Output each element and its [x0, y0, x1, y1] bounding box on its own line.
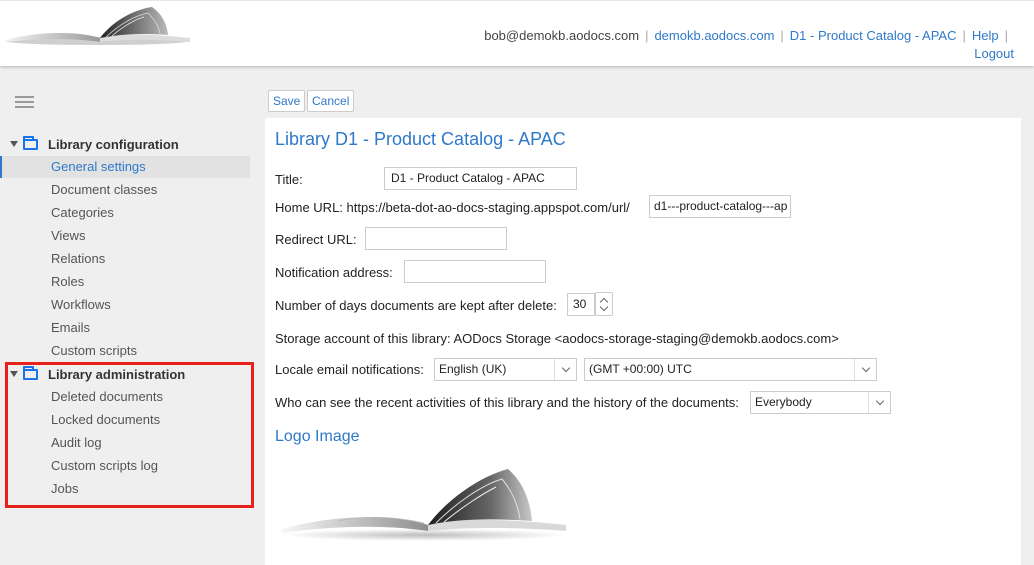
open-book-logo-icon[interactable] — [2, 4, 192, 46]
sidebar-item-general-settings[interactable]: General settings — [0, 156, 250, 178]
page-title: Library D1 - Product Catalog - APAC — [275, 129, 566, 149]
days-kept-stepper[interactable] — [595, 292, 613, 316]
library-link[interactable]: D1 - Product Catalog - APAC — [790, 28, 957, 43]
save-button[interactable]: Save — [268, 90, 306, 112]
activity-visibility-value: Everybody — [755, 395, 812, 409]
user-email: bob@demokb.aodocs.com — [484, 28, 640, 43]
sidebar-item-emails[interactable]: Emails — [0, 317, 250, 339]
storage-account-text: Storage account of this library: AODocs … — [275, 331, 839, 346]
days-kept-label: Number of days documents are kept after … — [275, 298, 557, 313]
chevron-down-icon — [868, 392, 890, 413]
notification-address-label: Notification address: — [275, 265, 393, 280]
redirect-url-input[interactable] — [365, 227, 507, 250]
domain-link[interactable]: demokb.aodocs.com — [654, 28, 774, 43]
sidebar-item-custom-scripts[interactable]: Custom scripts — [0, 340, 250, 362]
sidebar-item-workflows[interactable]: Workflows — [0, 294, 250, 316]
sidebar-item-categories[interactable]: Categories — [0, 202, 250, 224]
sidebar-item-roles[interactable]: Roles — [0, 271, 250, 293]
activity-visibility-label: Who can see the recent activities of thi… — [275, 395, 739, 410]
chevron-down-icon — [854, 359, 876, 380]
cancel-button[interactable]: Cancel — [307, 90, 355, 112]
section-label: Library configuration — [48, 136, 179, 152]
timezone-select[interactable]: (GMT +00:00) UTC — [584, 358, 877, 381]
help-link[interactable]: Help — [972, 28, 999, 43]
home-url-label: Home URL: https://beta-dot-ao-docs-stagi… — [275, 200, 630, 215]
locale-email-label: Locale email notifications: — [275, 362, 424, 377]
highlight-box — [5, 362, 254, 508]
sidebar-item-relations[interactable]: Relations — [0, 248, 250, 270]
notification-address-input[interactable] — [404, 260, 546, 283]
locale-select-value: English (UK) — [439, 362, 507, 376]
chevron-down-icon — [554, 359, 576, 380]
hamburger-menu-icon[interactable] — [15, 96, 34, 108]
redirect-url-label: Redirect URL: — [275, 232, 357, 247]
open-book-logo-icon — [282, 469, 566, 541]
title-input[interactable]: D1 - Product Catalog - APAC — [384, 167, 577, 190]
expand-triangle-icon — [10, 141, 18, 147]
home-url-input[interactable]: d1---product-catalog---ap — [649, 195, 791, 218]
sidebar-item-document-classes[interactable]: Document classes — [0, 179, 250, 201]
days-kept-input[interactable]: 30 — [567, 293, 595, 316]
sidebar-item-views[interactable]: Views — [0, 225, 250, 247]
activity-visibility-select[interactable]: Everybody — [750, 391, 891, 414]
top-header: bob@demokb.aodocs.com | demokb.aodocs.com |… — [0, 0, 1034, 66]
locale-select[interactable]: English (UK) — [434, 358, 577, 381]
title-label: Title: — [275, 172, 303, 187]
folder-icon — [23, 135, 38, 150]
logo-image-title: Logo Image — [275, 428, 360, 445]
sidebar-section-library-configuration[interactable]: Library configuration — [10, 134, 179, 154]
chevron-down-icon[interactable] — [599, 302, 609, 312]
logout-link[interactable]: Logout — [974, 46, 1014, 61]
timezone-select-value: (GMT +00:00) UTC — [589, 362, 692, 376]
header-links: bob@demokb.aodocs.com | demokb.aodocs.com |… — [484, 28, 1008, 43]
